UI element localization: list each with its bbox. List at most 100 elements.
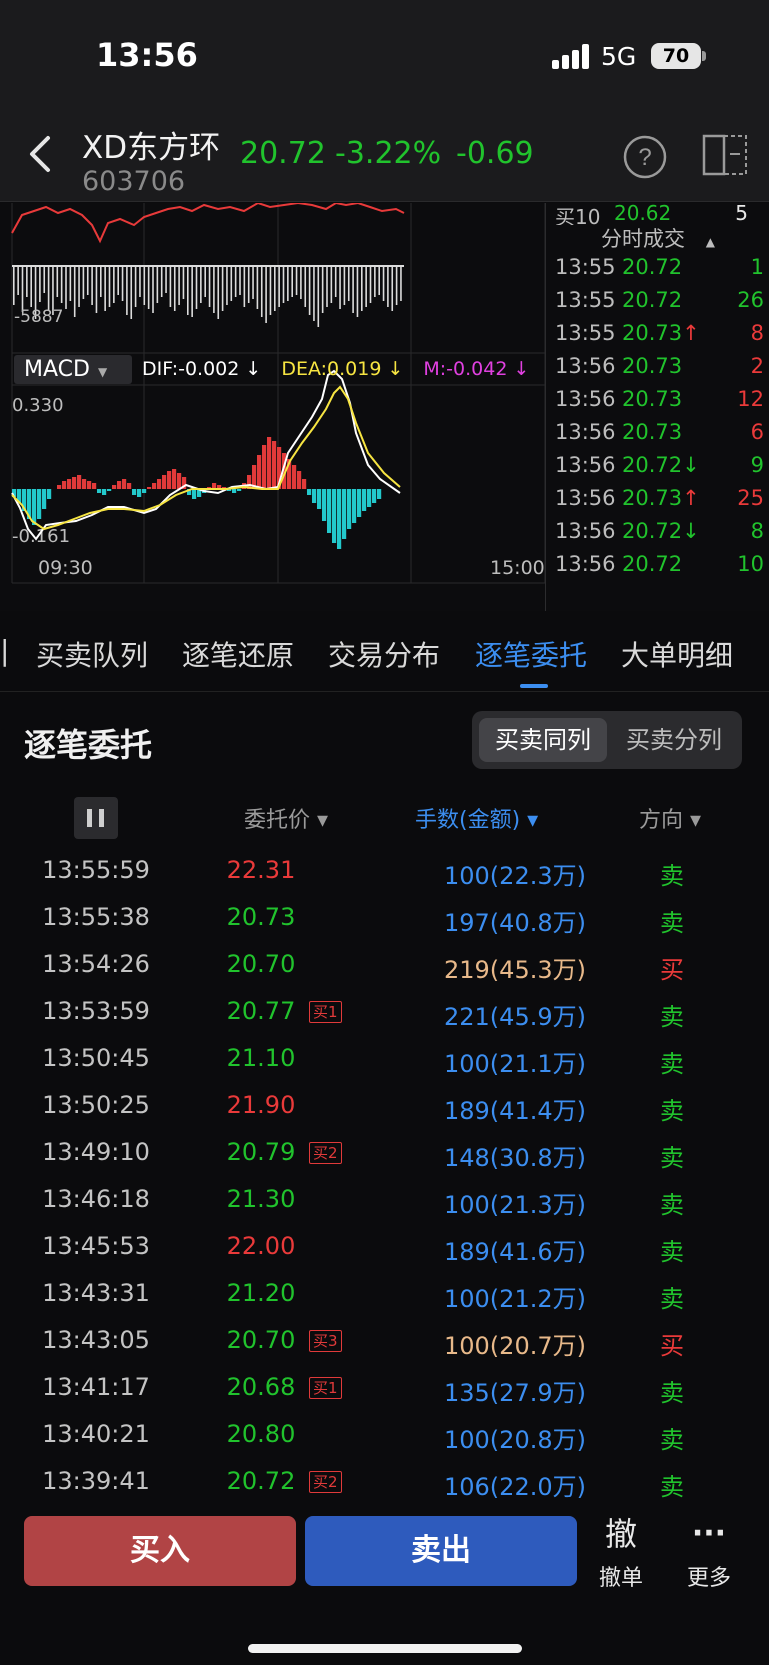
macd-histogram-bar <box>167 471 172 489</box>
order-volume: 219(45.3万) <box>444 956 586 984</box>
help-icon[interactable]: ? <box>622 134 668 180</box>
time-axis-start: 09:30 <box>38 557 93 579</box>
cancel-order-button[interactable]: 撤 撤单 <box>581 1516 661 1592</box>
order-row: 13:43:31 21.20 100(21.2万) 卖 <box>0 1279 769 1326</box>
volume-bar <box>208 267 211 307</box>
macd-histogram-bar <box>77 475 82 489</box>
macd-histogram-bar <box>117 481 122 489</box>
col-volume-sort[interactable]: 手数(金额) ▾ <box>415 802 538 834</box>
macd-legend: MACD ▼ DIF:-0.002 ↓ DEA:0.019 ↓ M:-0.042 … <box>14 353 529 385</box>
back-arrow-icon[interactable] <box>26 132 56 176</box>
volume-bar <box>82 267 85 299</box>
volume-bar <box>121 267 124 301</box>
volume-bar <box>191 267 193 317</box>
more-icon: ··· <box>691 1516 727 1551</box>
col-direction-sort[interactable]: 方向 ▾ <box>639 802 701 834</box>
order-volume: 189(41.4万) <box>444 1097 586 1125</box>
sell-button[interactable]: 卖出 <box>305 1516 577 1586</box>
volume-bar <box>265 267 267 323</box>
order-direction: 卖 <box>660 1097 684 1125</box>
volume-bar <box>365 267 367 307</box>
order-time: 13:49:10 <box>42 1138 150 1166</box>
pause-button[interactable] <box>74 797 118 839</box>
macd-histogram-bar <box>172 469 177 489</box>
volume-bar <box>239 267 241 295</box>
volume-bar <box>56 267 59 297</box>
cellular-signal-icon <box>552 44 589 69</box>
tick-arrow: ↑ <box>682 321 700 345</box>
view-same-column[interactable]: 买卖同列 <box>479 718 607 762</box>
macd-histogram-bar <box>232 489 237 493</box>
volume-bar <box>287 267 289 301</box>
order-direction: 买 <box>660 956 684 984</box>
order-price: 21.10 <box>226 1044 296 1072</box>
volume-bar <box>30 267 32 307</box>
volume-bar <box>60 267 63 303</box>
chevron-down-icon: ▼ <box>97 364 108 379</box>
volume-bar <box>169 267 172 307</box>
chart-area: -5887 0.330 -0.161 09:30 15:00 MACD ▼ DIF… <box>0 203 769 611</box>
more-label: 更多 <box>686 1566 731 1591</box>
volume-bar <box>374 267 376 297</box>
price-line <box>11 203 405 244</box>
split-screen-icon[interactable] <box>702 132 750 178</box>
macd-histogram-bar <box>37 489 42 519</box>
cancel-label: 撤单 <box>598 1566 643 1591</box>
bid-level-badge: 买2 <box>309 1471 342 1493</box>
order-direction: 卖 <box>660 1379 684 1407</box>
macd-histogram-bar <box>267 437 272 489</box>
macd-histogram-bar <box>372 489 377 503</box>
order-direction: 卖 <box>660 1191 684 1219</box>
volume-bar <box>43 267 46 293</box>
tab-orders[interactable]: 逐笔委托 <box>475 634 587 674</box>
macd-histogram-bar <box>272 441 277 489</box>
buy-button[interactable]: 买入 <box>24 1516 296 1586</box>
tab-restore[interactable]: 逐笔还原 <box>182 634 294 674</box>
macd-histogram-bar <box>137 489 142 497</box>
macd-histogram-bar <box>192 489 197 499</box>
volume-bar <box>204 267 206 297</box>
volume-bar <box>195 267 198 309</box>
order-price: 21.30 <box>226 1185 296 1213</box>
order-direction: 卖 <box>660 909 684 937</box>
macd-histogram-bar <box>292 465 297 489</box>
volume-bar <box>178 267 180 305</box>
tick-time: 13:56 <box>555 519 616 543</box>
tick-volume: 8 <box>750 519 764 543</box>
tab-distribution[interactable]: 交易分布 <box>328 634 440 674</box>
order-volume: 100(20.7万) <box>444 1332 586 1360</box>
view-split-column[interactable]: 买卖分列 <box>610 718 738 762</box>
volume-bar <box>387 267 389 307</box>
tick-volume: 2 <box>750 354 764 378</box>
order-direction: 卖 <box>660 1050 684 1078</box>
macd-histogram-bar <box>257 455 262 489</box>
tab-large-orders[interactable]: 大单明细 <box>621 634 733 674</box>
dea-value: DEA:0.019 ↓ <box>281 358 404 380</box>
volume-bar <box>152 267 154 313</box>
tab-partial-edge: | <box>0 634 10 667</box>
col-price-sort[interactable]: 委托价 ▾ <box>244 802 328 834</box>
tick-time: 13:56 <box>555 387 616 411</box>
volume-bar <box>100 267 102 297</box>
indicator-dropdown[interactable]: MACD ▼ <box>14 354 132 384</box>
ticks-title-bar[interactable]: 分时成交 ▲ <box>546 223 769 253</box>
view-mode-toggle: 买卖同列 买卖分列 <box>472 711 742 769</box>
volume-bar <box>321 267 324 313</box>
trade-tick-row: 13:56 20.73 2 <box>546 354 769 388</box>
volume-bar <box>182 267 185 299</box>
macd-histogram-bar <box>107 489 112 491</box>
more-button[interactable]: ··· 更多 <box>669 1516 749 1592</box>
order-time: 13:43:05 <box>42 1326 150 1354</box>
macd-histogram-bar <box>352 489 357 523</box>
tab-queue[interactable]: 买卖队列 <box>36 634 148 674</box>
tick-price: 20.72 <box>622 288 683 312</box>
volume-bar <box>326 267 328 307</box>
macd-histogram-bar <box>62 481 67 489</box>
volume-bar <box>256 267 259 309</box>
home-indicator <box>248 1644 522 1653</box>
order-row: 13:50:45 21.10 100(21.1万) 卖 <box>0 1044 769 1091</box>
order-price: 20.68 <box>226 1373 296 1401</box>
volume-bar <box>117 267 119 295</box>
macd-histogram-bar <box>377 489 382 499</box>
trade-tick-row: 13:56 20.72 10 <box>546 552 769 586</box>
